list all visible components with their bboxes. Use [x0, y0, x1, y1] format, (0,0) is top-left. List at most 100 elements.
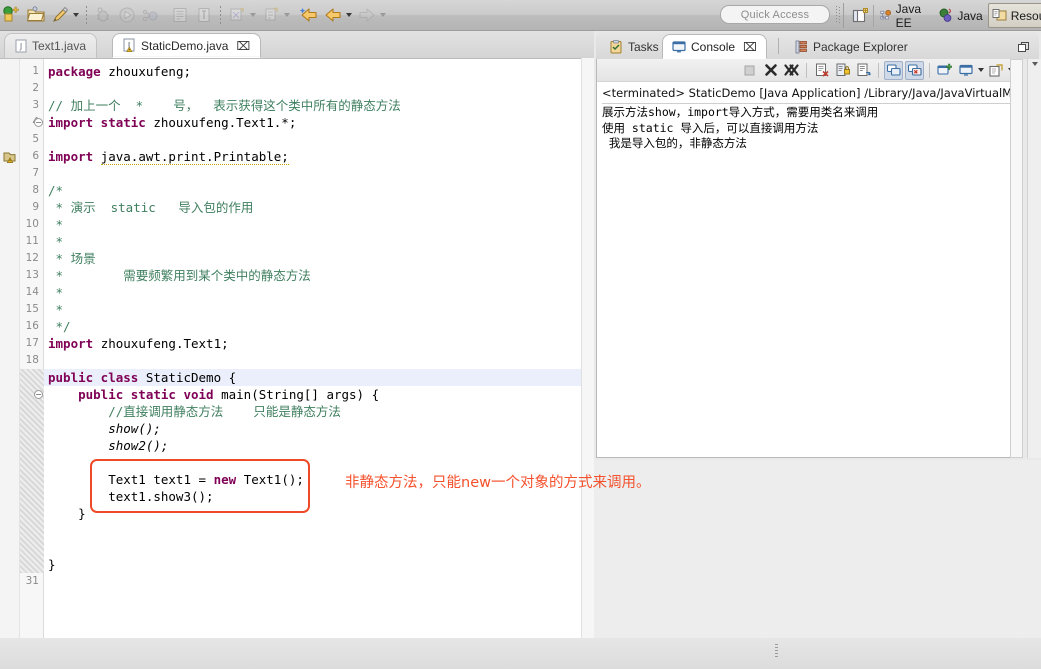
code-line[interactable]: import java.awt.print.Printable;: [48, 148, 289, 165]
code-token: zhouxufeng.Text1;: [100, 336, 229, 351]
code-line[interactable]: Text1 text1 = new Text1();: [48, 471, 304, 488]
code-line[interactable]: text1.show3();: [48, 488, 214, 505]
selected-line-marker: [20, 403, 44, 420]
editor-tab-text1[interactable]: J Text1.java: [4, 33, 98, 58]
new-java-class-icon[interactable]: [259, 3, 283, 27]
perspective-java[interactable]: Java: [935, 3, 987, 28]
back-arrow-icon[interactable]: [321, 3, 345, 27]
code-line[interactable]: *: [48, 216, 64, 233]
open-console-button[interactable]: [986, 61, 1005, 80]
code-line[interactable]: }: [48, 505, 86, 522]
tab-console-label: Console: [691, 39, 736, 54]
new-java-package-icon[interactable]: [225, 3, 249, 27]
right-panel-dropdown-arrow-icon[interactable]: [1032, 62, 1038, 66]
annotation-note-text: 非静态方法，只能new一个对象的方式来调用。: [345, 475, 651, 491]
toolbar-divider: [843, 3, 844, 28]
code-token: show2();: [108, 438, 169, 453]
console-vertical-scrollbar[interactable]: [1010, 59, 1023, 458]
open-type-icon[interactable]: [168, 3, 192, 27]
code-token: main(String[] args) {: [221, 387, 380, 402]
scroll-lock-button[interactable]: [833, 61, 852, 80]
code-line[interactable]: * 场景: [48, 250, 96, 267]
code-line[interactable]: show();: [48, 420, 161, 437]
editor-text-area[interactable]: package zhouxufeng; // 加上一个 * 号， 表示获得这个类中…: [44, 59, 594, 669]
tab-console[interactable]: Console ⌧: [662, 34, 767, 59]
code-line[interactable]: // 加上一个 * 号， 表示获得这个类中所有的静态方法: [48, 97, 401, 114]
code-editor[interactable]: 1234567891011121314151617181920212223242…: [0, 58, 594, 669]
remove-launch-button[interactable]: [761, 61, 780, 80]
tab-tasks[interactable]: Tasks: [600, 34, 668, 59]
forward-arrow-icon[interactable]: [355, 3, 379, 27]
terminate-button[interactable]: [740, 61, 759, 80]
debug-icon[interactable]: [91, 3, 115, 27]
paintbrush-icon[interactable]: [48, 3, 72, 27]
perspective-java-ee[interactable]: Java EE: [877, 2, 935, 30]
perspective-java-label: Java: [957, 8, 983, 23]
code-token: }: [48, 506, 86, 521]
code-line[interactable]: *: [48, 284, 64, 301]
open-folder-icon[interactable]: [24, 3, 48, 27]
maximize-icon[interactable]: [1018, 40, 1029, 52]
forward-dropdown-arrow-icon[interactable]: [380, 13, 386, 17]
word-wrap-button[interactable]: [854, 61, 873, 80]
right-edge-panel: [1027, 59, 1041, 458]
open-task-icon[interactable]: [192, 3, 216, 27]
code-token: import: [48, 336, 101, 351]
new-java-package-dropdown-arrow-icon[interactable]: [250, 13, 256, 17]
console-output[interactable]: <terminated> StaticDemo [Java Applicatio…: [597, 82, 1020, 457]
toolbar-grip[interactable]: [836, 6, 840, 24]
pin-console-button[interactable]: [935, 61, 954, 80]
run-icon[interactable]: [115, 3, 139, 27]
status-bar-grip[interactable]: [775, 644, 778, 657]
clear-console-button[interactable]: [812, 61, 831, 80]
editor-tab-close-icon[interactable]: ⌧: [236, 40, 250, 52]
selected-line-marker: [20, 420, 44, 437]
line-number: 13: [25, 269, 39, 281]
code-line[interactable]: import static zhouxufeng.Text1.*;: [48, 114, 296, 131]
line-number: 16: [25, 320, 39, 332]
tab-console-close-icon[interactable]: ⌧: [743, 41, 757, 53]
code-line[interactable]: public static void main(String[] args) {: [48, 386, 379, 403]
code-line[interactable]: * 需要频繁用到某个类中的静态方法: [48, 267, 311, 284]
editor-area: J Text1.java J StaticDemo.java ⌧ 1234567…: [0, 31, 594, 669]
code-line[interactable]: package zhouxufeng;: [48, 63, 191, 80]
run-external-tools-icon[interactable]: [139, 3, 163, 27]
display-selected-console-dropdown-arrow-icon[interactable]: [978, 68, 984, 72]
code-line[interactable]: *: [48, 301, 64, 318]
editor-tab-staticdemo-label: StaticDemo.java: [141, 38, 229, 53]
tab-package-explorer[interactable]: Package Explorer: [786, 34, 917, 59]
code-line[interactable]: */: [48, 318, 71, 335]
show-console-on-error-button[interactable]: [905, 60, 924, 80]
right-view-stack: Tasks Console ⌧ Package Explorer <termin…: [594, 31, 1041, 669]
code-token: *: [48, 285, 64, 300]
perspective-resource[interactable]: Resource: [987, 3, 1041, 28]
remove-all-terminated-button[interactable]: [782, 61, 801, 80]
code-token: text1.show3();: [48, 489, 214, 504]
display-selected-console-button[interactable]: [956, 61, 975, 80]
code-fold-toggle[interactable]: −: [34, 118, 43, 127]
selected-line-marker: [20, 488, 44, 505]
code-token: //直接调用静态方法 只能是静态方法: [48, 404, 341, 419]
editor-vertical-scrollbar[interactable]: [581, 58, 594, 669]
back-dropdown-arrow-icon[interactable]: [346, 13, 352, 17]
code-line[interactable]: //直接调用静态方法 只能是静态方法: [48, 403, 341, 420]
back-star-icon[interactable]: [297, 3, 321, 27]
paintbrush-dropdown-arrow-icon[interactable]: [73, 13, 79, 17]
new-wizard-icon[interactable]: [0, 3, 24, 27]
code-line[interactable]: /*: [48, 182, 63, 199]
open-perspective-icon[interactable]: [850, 3, 870, 29]
code-line[interactable]: public class StaticDemo {: [48, 369, 236, 386]
editor-tab-staticdemo[interactable]: J StaticDemo.java ⌧: [112, 33, 262, 58]
show-console-on-output-button[interactable]: [884, 60, 903, 80]
code-line[interactable]: import zhouxufeng.Text1;: [48, 335, 229, 352]
warning-marker-icon[interactable]: [3, 150, 16, 163]
code-token: public class: [48, 370, 146, 385]
code-line[interactable]: *: [48, 233, 64, 250]
code-line[interactable]: * 演示 static 导入包的作用: [48, 199, 254, 216]
code-line[interactable]: }: [48, 556, 56, 573]
code-line[interactable]: show2();: [48, 437, 168, 454]
quick-access-input[interactable]: Quick Access: [720, 5, 830, 24]
code-fold-toggle[interactable]: −: [34, 390, 43, 399]
new-java-class-dropdown-arrow-icon[interactable]: [284, 13, 290, 17]
